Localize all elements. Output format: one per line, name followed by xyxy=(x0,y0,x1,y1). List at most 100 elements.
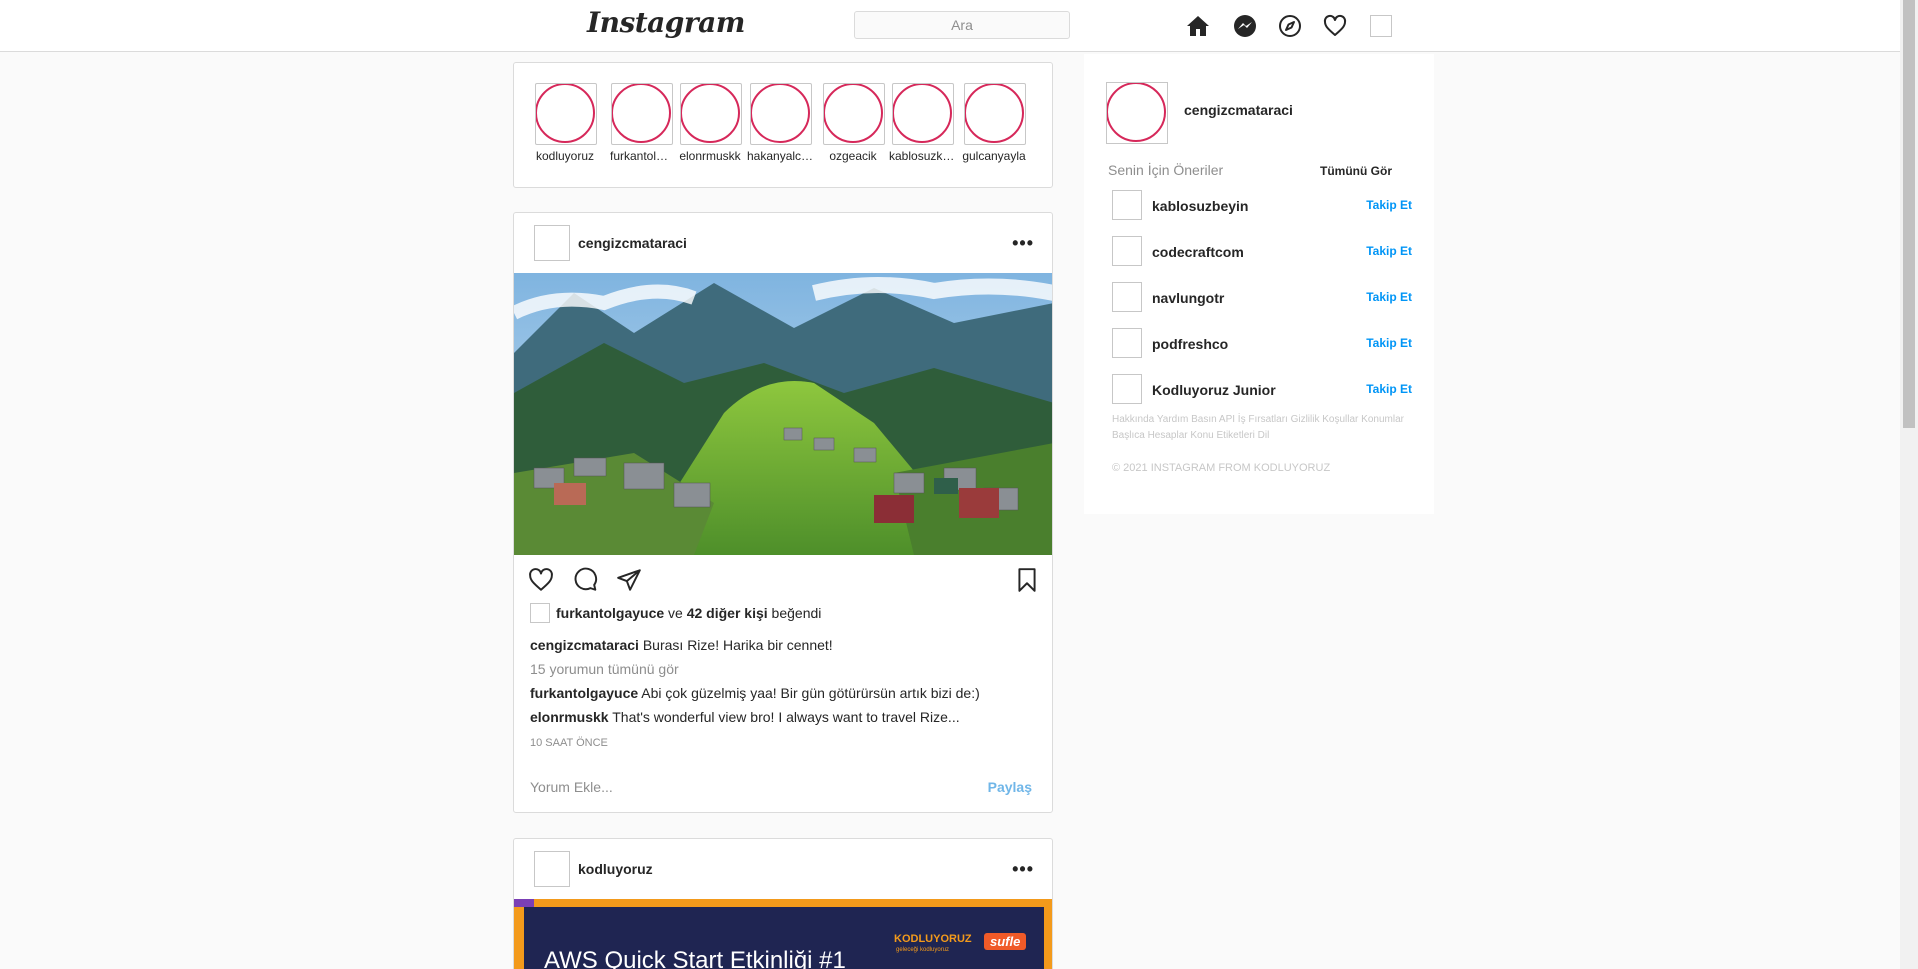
banner-brand: KODLUYORUZ xyxy=(894,933,972,945)
comment-icon[interactable] xyxy=(572,567,598,593)
story-avatar xyxy=(964,83,1026,145)
comment-username[interactable]: furkantolgayuce xyxy=(530,685,638,701)
follow-button[interactable]: Takip Et xyxy=(1366,198,1412,212)
liker-username[interactable]: furkantolgayuce xyxy=(556,605,664,621)
heart-icon[interactable] xyxy=(1323,14,1347,38)
profile-avatar[interactable] xyxy=(1370,15,1392,37)
home-icon[interactable] xyxy=(1186,14,1210,38)
instagram-logo[interactable]: Instagram xyxy=(587,6,745,39)
post-header: kodluyoruz ••• xyxy=(514,839,1052,899)
story-name: elonrmuskk xyxy=(679,149,741,163)
story-name: ozgeacik xyxy=(829,149,877,163)
comment-row: elonrmuskk That's wonderful view bro! I … xyxy=(514,705,1052,729)
suggestion-row: kablosuzbeyin Takip Et xyxy=(1112,190,1412,222)
suggestion-avatar[interactable] xyxy=(1112,328,1142,358)
suggestion-row: navlungotr Takip Et xyxy=(1112,282,1412,314)
story-avatar xyxy=(750,83,812,145)
copyright: © 2021 INSTAGRAM FROM KODLUYORUZ xyxy=(1112,462,1331,474)
story-avatar xyxy=(611,83,673,145)
story-name: hakanyalcinkaya xyxy=(747,149,815,163)
scrollbar-thumb[interactable] xyxy=(1903,0,1915,428)
post-username[interactable]: cengizcmataraci xyxy=(578,235,687,251)
suggestion-username[interactable]: navlungotr xyxy=(1152,290,1224,306)
caption-username[interactable]: cengizcmataraci xyxy=(530,637,639,653)
post-image[interactable]: AWS Quick Start Etkinliği #1 KODLUYORUZ … xyxy=(514,899,1052,969)
follow-button[interactable]: Takip Et xyxy=(1366,382,1412,396)
caption-text: Burası Rize! Harika bir cennet! xyxy=(642,637,833,653)
follow-button[interactable]: Takip Et xyxy=(1366,290,1412,304)
landscape-image xyxy=(514,273,1052,555)
search-input[interactable] xyxy=(854,11,1070,39)
suggestion-row: codecraftcom Takip Et xyxy=(1112,236,1412,268)
suggestion-avatar[interactable] xyxy=(1112,374,1142,404)
my-profile-avatar[interactable] xyxy=(1106,82,1168,144)
comment-row: furkantolgayuce Abi çok güzelmiş yaa! Bi… xyxy=(514,681,1052,705)
story-item[interactable]: gulcanyayla xyxy=(961,83,1027,163)
share-icon[interactable] xyxy=(616,567,642,593)
post-avatar[interactable] xyxy=(534,851,570,887)
story-name: furkantolgayuce xyxy=(610,149,672,163)
suggestion-row: Kodluyoruz Junior Takip Et xyxy=(1112,374,1412,406)
comment-text: Abi çok güzelmiş yaa! Bir gün götürürsün… xyxy=(641,685,980,701)
explore-icon[interactable] xyxy=(1278,14,1302,38)
suggestion-username[interactable]: codecraftcom xyxy=(1152,244,1244,260)
suggestions-title: Senin İçin Öneriler xyxy=(1108,162,1224,178)
sidebar: cengizcmataraci Senin İçin Öneriler Tümü… xyxy=(1084,54,1434,514)
bookmark-icon[interactable] xyxy=(1014,567,1040,593)
post-image[interactable] xyxy=(514,273,1052,555)
see-all-link[interactable]: Tümünü Gör xyxy=(1320,164,1392,178)
my-username[interactable]: cengizcmataraci xyxy=(1184,102,1293,118)
more-options-icon[interactable]: ••• xyxy=(1012,233,1034,254)
story-name: kablosuzkedi xyxy=(889,149,955,163)
banner-badge: sufle xyxy=(984,933,1027,950)
post-card: kodluyoruz ••• AWS Quick Start Etkinliği… xyxy=(513,838,1053,969)
story-avatar xyxy=(823,83,885,145)
suggestion-username[interactable]: kablosuzbeyin xyxy=(1152,198,1248,214)
suggestion-avatar[interactable] xyxy=(1112,236,1142,266)
suggestion-username[interactable]: Kodluyoruz Junior xyxy=(1152,382,1276,398)
share-comment-button[interactable]: Paylaş xyxy=(988,779,1032,795)
suggestion-avatar[interactable] xyxy=(1112,190,1142,220)
story-name: gulcanyayla xyxy=(962,149,1026,163)
likes-line: furkantolgayuce ve 42 diğer kişi beğendi xyxy=(514,601,1052,625)
story-item[interactable]: kodluyoruz xyxy=(532,83,598,163)
follow-button[interactable]: Takip Et xyxy=(1366,244,1412,258)
likes-suffix: beğendi xyxy=(771,605,822,621)
post-header: cengizcmataraci ••• xyxy=(514,213,1052,273)
post-card: cengizcmataraci ••• furkantolgayuce ve 4… xyxy=(513,212,1053,813)
footer-links[interactable]: Hakkında Yardım Basın API İş Fırsatları … xyxy=(1112,412,1412,444)
story-avatar xyxy=(892,83,954,145)
post-username[interactable]: kodluyoruz xyxy=(578,861,653,877)
likes-others[interactable]: 42 diğer kişi xyxy=(687,605,768,621)
add-comment-bar: Yorum Ekle... Paylaş xyxy=(514,757,1052,812)
suggestion-avatar[interactable] xyxy=(1112,282,1142,312)
story-item[interactable]: ozgeacik xyxy=(820,83,886,163)
post-timestamp: 10 SAAT ÖNCE xyxy=(530,737,608,749)
banner-panel: AWS Quick Start Etkinliği #1 KODLUYORUZ … xyxy=(524,907,1044,969)
add-comment-input[interactable]: Yorum Ekle... xyxy=(530,779,613,795)
story-item[interactable]: kablosuzkedi xyxy=(889,83,955,163)
banner-title: AWS Quick Start Etkinliği #1 xyxy=(544,947,846,969)
liker-avatar xyxy=(530,603,550,623)
comment-text: That's wonderful view bro! I always want… xyxy=(612,709,960,725)
post-avatar[interactable] xyxy=(534,225,570,261)
view-all-comments-link[interactable]: 15 yorumun tümünü gör xyxy=(514,657,1052,681)
story-item[interactable]: furkantolgayuce xyxy=(608,83,674,163)
banner-accent xyxy=(514,899,534,907)
more-options-icon[interactable]: ••• xyxy=(1012,859,1034,880)
follow-button[interactable]: Takip Et xyxy=(1366,336,1412,350)
story-item[interactable]: elonrmuskk xyxy=(677,83,743,163)
story-item[interactable]: hakanyalcinkaya xyxy=(747,83,815,163)
suggestion-username[interactable]: podfreshco xyxy=(1152,336,1228,352)
messenger-icon[interactable] xyxy=(1233,14,1257,38)
comment-username[interactable]: elonrmuskk xyxy=(530,709,609,725)
post-actions xyxy=(514,555,1052,601)
like-heart-icon[interactable] xyxy=(528,567,554,593)
stories-bar: kodluyoruz furkantolgayuce elonrmuskk ha… xyxy=(513,62,1053,188)
suggestion-row: podfreshco Takip Et xyxy=(1112,328,1412,360)
top-nav: Instagram xyxy=(0,0,1900,52)
page-scrollbar[interactable] xyxy=(1900,0,1918,969)
banner-brand-sub: geleceği kodluyoruz xyxy=(896,947,950,953)
likes-and: ve xyxy=(668,605,683,621)
story-avatar xyxy=(680,83,742,145)
